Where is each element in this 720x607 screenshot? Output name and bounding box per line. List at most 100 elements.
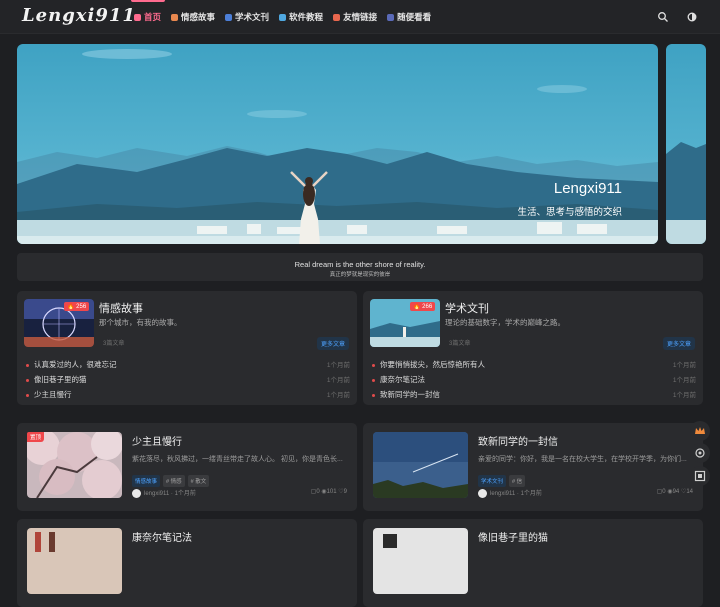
nav-label: 情感故事 [181,12,216,22]
post-thumbnail[interactable] [373,528,468,594]
avatar[interactable] [132,488,141,498]
more-articles-button[interactable]: 更多文章 [316,337,349,350]
notebook-image [27,528,122,594]
author-name[interactable]: lengxi911 [490,491,515,497]
heart-icon [171,13,179,21]
hero-title: Lengxi911 [553,180,622,197]
post-tags: 学术文刊 # 信 [478,475,526,487]
pinned-badge: 置顶 [27,432,45,442]
quote-notice: Real dream is the other shore of reality… [17,253,703,281]
category-post-list: 你要悄悄拔尖，然后惊艳所有人 1个月前 康奈尔笔记法 1个月前 致新同学的一封信 1个… [372,359,696,404]
bullet-dot [372,393,375,397]
view-count: 94 [672,489,680,495]
nav-label: 友情链接 [343,12,378,22]
category-title[interactable]: 情感故事 [99,300,143,316]
nav-label: 学术文刊 [235,12,270,22]
tag[interactable]: # 信 [509,475,526,487]
post-link[interactable]: 你要悄悄拔尖，然后惊艳所有人 [380,360,485,369]
list-item[interactable]: 少主且慢行 1个月前 [26,389,350,404]
post-time: 1个月前 [174,491,196,497]
shuffle-icon [387,13,395,21]
category-post-list: 认真爱过的人，很难忘记 1个月前 像旧巷子里的猫 1个月前 少主且慢行 1个月前 [26,359,350,404]
post-time: 1个月前 [326,392,350,399]
nav-menu: 首页 情感故事 学术文刊 软件教程 友情链接 随便看看 [134,11,431,23]
search-icon[interactable] [657,11,669,23]
nav-item-academic[interactable]: 学术文刊 [225,11,269,23]
settings-button[interactable] [690,443,710,463]
hot-badge: 🔥 256 [64,302,90,311]
bullet-dot [26,393,29,397]
view-count: 101 [326,489,337,495]
category-card-stories: 🔥 256 情感故事 那个城市，有我的故事。 3篇文章 更多文章 认真爱过的人，… [17,291,357,405]
comment-count: 0 [316,489,320,495]
bullet-dot [372,378,375,382]
tag[interactable]: # 情感 [163,475,185,487]
post-title[interactable]: 康奈尔笔记法 [132,529,192,544]
qrcode-button[interactable] [690,466,710,486]
tag[interactable]: # 散文 [187,475,210,487]
category-tag[interactable]: 情感故事 [132,475,161,487]
list-item[interactable]: 致新同学的一封信 1个月前 [372,389,696,404]
post-excerpt: 紫花落尽，秋风拂过，一缕青丝带走了故人心。 初见，你是青色长... [132,456,343,463]
list-item[interactable]: 康奈尔笔记法 1个月前 [372,374,696,389]
list-item[interactable]: 你要悄悄拔尖，然后惊艳所有人 1个月前 [372,359,696,374]
post-link[interactable]: 致新同学的一封信 [380,390,440,399]
category-description: 那个城市，有我的故事。 [99,318,182,327]
comment-count: 0 [662,489,666,495]
avatar[interactable] [478,488,487,498]
post-card[interactable]: 致新同学的一封信 亲爱的同学：你好，我是一名在校大学生，在学校开学季，为你们..… [363,423,703,511]
post-time: 1个月前 [672,362,696,369]
nav-item-software[interactable]: 软件教程 [279,11,323,23]
crown-icon [695,427,705,434]
post-title[interactable]: 少主且慢行 [132,433,182,448]
category-description: 理论的基础数字，学术的巅峰之路。 [445,318,565,327]
post-link[interactable]: 认真爱过的人，很难忘记 [34,360,117,369]
bullet-dot [26,378,29,382]
hot-count: 266 [422,304,433,310]
nav-item-random[interactable]: 随便看看 [387,11,431,23]
like-count: 14 [686,489,693,495]
post-link[interactable]: 康奈尔笔记法 [380,375,425,384]
chart-icon [225,13,233,21]
theme-toggle-icon[interactable] [686,11,698,23]
hero-next-image [666,142,706,244]
post-link[interactable]: 像旧巷子里的猫 [34,375,87,384]
post-card[interactable]: 康奈尔笔记法 [17,519,357,607]
tag-label: 情感 [170,479,182,485]
code-icon [279,13,287,21]
nav-item-home[interactable]: 首页 [134,11,161,23]
tag-label: 信 [516,479,523,485]
quote-english: Real dream is the other shore of reality… [294,260,426,269]
site-logo[interactable]: Lengxi911 [22,5,136,26]
post-title[interactable]: 致新同学的一封信 [478,433,558,448]
list-item[interactable]: 像旧巷子里的猫 1个月前 [26,374,350,389]
post-time: 1个月前 [326,362,350,369]
evening-sky-image [373,432,468,498]
quote-chinese: 真正的梦就是现实的彼岸 [329,272,391,278]
post-title[interactable]: 像旧巷子里的猫 [478,529,548,544]
category-title[interactable]: 学术文刊 [445,300,489,316]
post-thumbnail[interactable] [27,528,122,594]
post-tags: 情感故事 # 情感 # 散文 [132,475,210,487]
more-articles-button[interactable]: 更多文章 [662,337,695,350]
like-count: 9 [343,489,347,495]
post-thumbnail[interactable] [373,432,468,498]
hero-banner[interactable]: Lengxi911 生活、思考与感悟的交织 [17,44,658,244]
category-tag[interactable]: 学术文刊 [478,475,507,487]
hot-count: 256 [76,304,87,310]
home-icon [134,13,141,21]
vip-button[interactable] [690,421,710,441]
tag-label: 散文 [195,479,207,485]
settings-icon [695,448,705,458]
nav-item-links[interactable]: 友情链接 [333,11,377,23]
post-card[interactable]: 置顶 少主且慢行 紫花落尽，秋风拂过，一缕青丝带走了故人心。 初见，你是青色长.… [17,423,357,511]
article-count: 3篇文章 [103,341,125,347]
author-name[interactable]: lengxi911 [144,491,169,497]
post-card[interactable]: 像旧巷子里的猫 [363,519,703,607]
nav-item-stories[interactable]: 情感故事 [171,11,215,23]
list-item[interactable]: 认真爱过的人，很难忘记 1个月前 [26,359,350,374]
post-link[interactable]: 少主且慢行 [34,390,72,399]
hero-next-slide[interactable] [666,44,706,244]
post-time: 1个月前 [672,377,696,384]
nav-label: 随便看看 [397,12,432,22]
